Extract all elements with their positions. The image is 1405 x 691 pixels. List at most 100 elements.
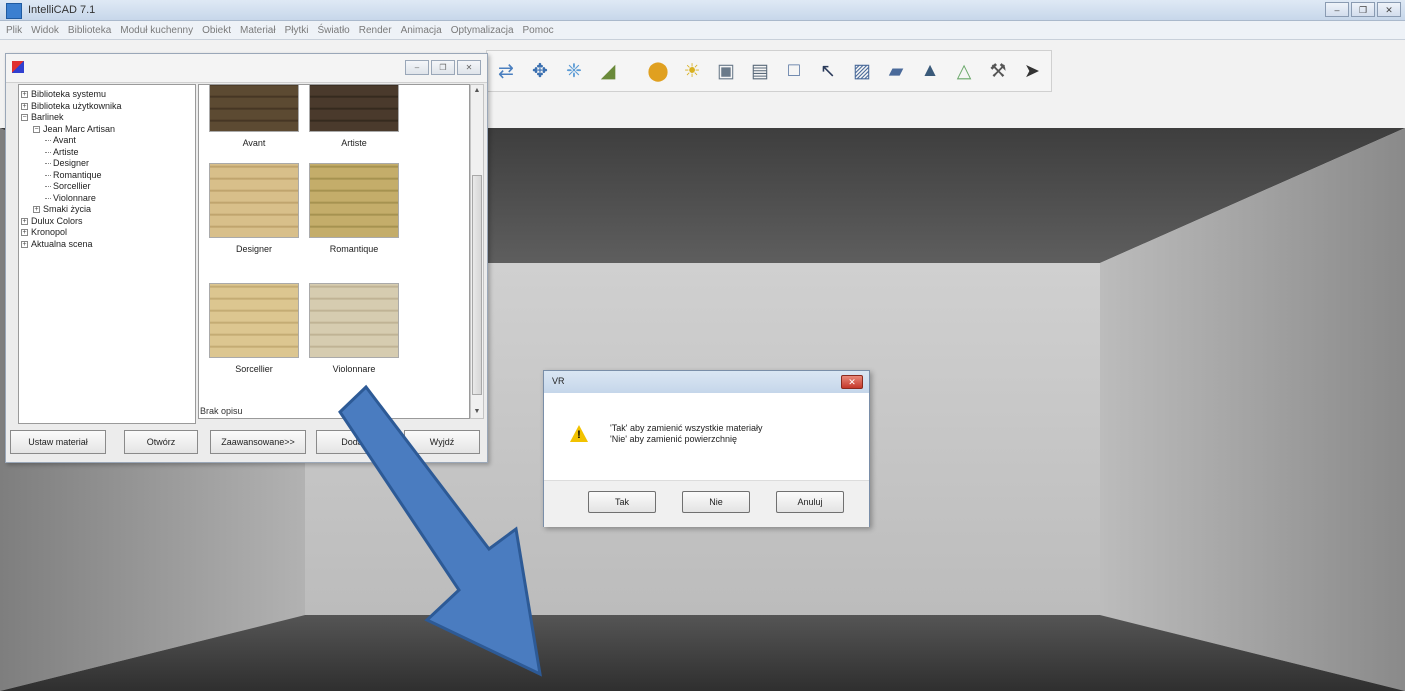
tree-item[interactable]: Avant (21, 135, 193, 147)
thumbnails-scrollbar[interactable]: ▲ ▼ (470, 84, 484, 419)
set-material-button[interactable]: Ustaw materiał (10, 430, 106, 454)
app-icon (6, 3, 22, 19)
material-thumbnail[interactable]: Artiste (309, 85, 399, 148)
menu-item-7[interactable]: Światło (318, 25, 350, 36)
material-swatch[interactable] (209, 283, 299, 358)
tree-expander-icon[interactable]: + (21, 229, 28, 237)
refresh-icon[interactable]: ⇄ (491, 56, 521, 86)
tree-expander-icon[interactable]: − (21, 114, 28, 122)
material-swatch[interactable] (309, 85, 399, 132)
select-object-icon[interactable]: ▨ (847, 56, 877, 86)
tree-expander-icon[interactable]: + (21, 102, 28, 110)
tree-connector (45, 186, 51, 188)
panel-restore-button[interactable]: ❐ (431, 60, 455, 75)
move-icon[interactable]: ✥ (525, 56, 555, 86)
cancel-button[interactable]: Anuluj (776, 491, 844, 513)
material-thumbnail[interactable]: Romantique (309, 163, 399, 254)
document-icon[interactable]: □ (779, 56, 809, 86)
exit-button[interactable]: Wyjdź (404, 430, 480, 454)
tree-item[interactable]: + Biblioteka systemu (21, 89, 193, 101)
tree-expander-icon[interactable]: − (33, 125, 40, 133)
tree-item-label: Biblioteka systemu (31, 89, 107, 99)
menu-item-8[interactable]: Render (359, 25, 392, 36)
material-label: Avant (242, 138, 266, 148)
tree-item[interactable]: + Smaki życia (21, 204, 193, 216)
terrain-icon[interactable]: ◢ (593, 56, 623, 86)
material-thumbnail[interactable]: Designer (209, 163, 299, 254)
render-icon[interactable]: ▤ (745, 56, 775, 86)
close-button[interactable]: ✕ (1377, 2, 1401, 17)
menu-item-0[interactable]: Plik (6, 25, 22, 36)
material-swatch[interactable] (209, 85, 299, 132)
menu-item-11[interactable]: Pomoc (523, 25, 554, 36)
main-toolbar: ⇄ ✥ ❈ ◢ ⬤ ☀ ▣ ▤ □ ↖ ▨ ▰ ▲ △ ⚒ ➤ (486, 50, 1052, 92)
tree-item[interactable]: Designer (21, 158, 193, 170)
no-button[interactable]: Nie (682, 491, 750, 513)
yes-button[interactable]: Tak (588, 491, 656, 513)
add-button[interactable]: Dodaj (316, 430, 390, 454)
dialog-message-line-2: 'Nie' aby zamienić powierzchnię (610, 434, 737, 444)
select-region-icon[interactable]: ▰ (881, 56, 911, 86)
tree-item[interactable]: − Jean Marc Artisan (21, 124, 193, 136)
pyramid-icon[interactable]: △ (949, 56, 979, 86)
orbit-icon[interactable]: ❈ (559, 56, 589, 86)
material-swatch[interactable] (209, 163, 299, 238)
material-thumbnail[interactable]: Sorcellier (209, 283, 299, 374)
menu-item-1[interactable]: Widok (31, 25, 59, 36)
dialog-close-button[interactable]: ✕ (841, 375, 863, 389)
material-thumbnail[interactable]: Violonnare (309, 283, 399, 374)
panel-close-button[interactable]: ✕ (457, 60, 481, 75)
light-bulb-icon[interactable]: ☀ (677, 56, 707, 86)
tree-expander-icon[interactable]: + (21, 91, 28, 99)
material-swatch[interactable] (309, 283, 399, 358)
menu-item-4[interactable]: Obiekt (202, 25, 231, 36)
material-thumbnails[interactable]: Avant Artiste Designer Romantique Sorcellier… (198, 84, 470, 419)
vr-dialog: VR ✕ ! 'Tak' aby zamienić wszystkie mate… (543, 370, 870, 527)
tree-item[interactable]: Violonnare (21, 193, 193, 205)
material-thumbnail[interactable]: Avant (209, 85, 299, 148)
tools-icon[interactable]: ⚒ (983, 56, 1013, 86)
material-label: Romantique (329, 244, 379, 254)
menu-item-10[interactable]: Optymalizacja (451, 25, 514, 36)
menu-item-6[interactable]: Płytki (285, 25, 309, 36)
tree-item-label: Designer (53, 158, 90, 168)
tree-item[interactable]: + Aktualna scena (21, 239, 193, 251)
dialog-body: ! 'Tak' aby zamienić wszystkie materiały… (544, 393, 869, 480)
pointer-icon[interactable]: ➤ (1017, 56, 1047, 86)
minimize-button[interactable]: – (1325, 2, 1349, 17)
advanced-button[interactable]: Zaawansowane>> (210, 430, 306, 454)
menu-item-9[interactable]: Animacja (401, 25, 442, 36)
scroll-up-icon[interactable]: ▲ (471, 85, 483, 97)
material-swatch[interactable] (309, 163, 399, 238)
camera-icon[interactable]: ▣ (711, 56, 741, 86)
tree-expander-icon[interactable]: + (21, 240, 28, 248)
tree-item-label: Sorcellier (53, 181, 91, 191)
select-arrow-icon[interactable]: ↖ (813, 56, 843, 86)
triangle-icon[interactable]: ▲ (915, 56, 945, 86)
open-button[interactable]: Otwórz (124, 430, 198, 454)
material-tree[interactable]: + Biblioteka systemu + Biblioteka użytkowni… (18, 84, 196, 424)
tree-item[interactable]: + Kronopol (21, 227, 193, 239)
material-label: Artiste (341, 138, 367, 148)
tree-item[interactable]: − Barlinek (21, 112, 193, 124)
tree-item-label: Jean Marc Artisan (43, 123, 116, 134)
tree-expander-icon[interactable]: + (33, 206, 40, 214)
scrollbar-thumb[interactable] (472, 175, 482, 395)
menu-item-2[interactable]: Biblioteka (68, 25, 111, 36)
menu-item-5[interactable]: Materiał (240, 25, 276, 36)
restore-button[interactable]: ❐ (1351, 2, 1375, 17)
tree-item[interactable]: Romantique (21, 170, 193, 182)
menu-item-3[interactable]: Moduł kuchenny (120, 25, 193, 36)
scroll-down-icon[interactable]: ▼ (471, 406, 483, 418)
tree-item[interactable]: + Biblioteka użytkownika (21, 101, 193, 113)
material-description: Brak opisu (200, 406, 243, 416)
panel-header: – ❐ ✕ (6, 54, 487, 83)
tree-item[interactable]: + Dulux Colors (21, 216, 193, 228)
tree-item[interactable]: Artiste (21, 147, 193, 159)
tree-expander-icon[interactable]: + (21, 217, 28, 225)
color-palette-icon[interactable]: ⬤ (643, 56, 673, 86)
app-titlebar: IntelliCAD 7.1 – ❐ ✕ (0, 0, 1405, 21)
tree-item[interactable]: Sorcellier (21, 181, 193, 193)
material-label: Sorcellier (235, 364, 273, 374)
panel-minimize-button[interactable]: – (405, 60, 429, 75)
